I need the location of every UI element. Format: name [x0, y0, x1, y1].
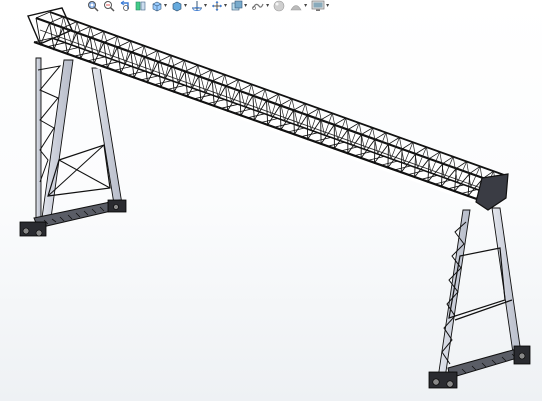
left-support-frame[interactable] — [19, 57, 127, 237]
left-outer-post — [91, 67, 123, 205]
right-sill-beam — [447, 347, 525, 379]
left-rear-post — [35, 57, 42, 223]
graphics-area[interactable]: ▾ ▾ ▾ ▾ ▾ ▾ ▾ ▾ — [0, 0, 542, 401]
right-mid-tie — [454, 299, 513, 321]
left-cross-brace — [58, 159, 111, 189]
left-front-post — [40, 59, 74, 226]
right-support-frame[interactable] — [428, 207, 531, 389]
right-outer-post — [491, 207, 523, 361]
gantry-crane-model[interactable] — [0, 0, 542, 401]
